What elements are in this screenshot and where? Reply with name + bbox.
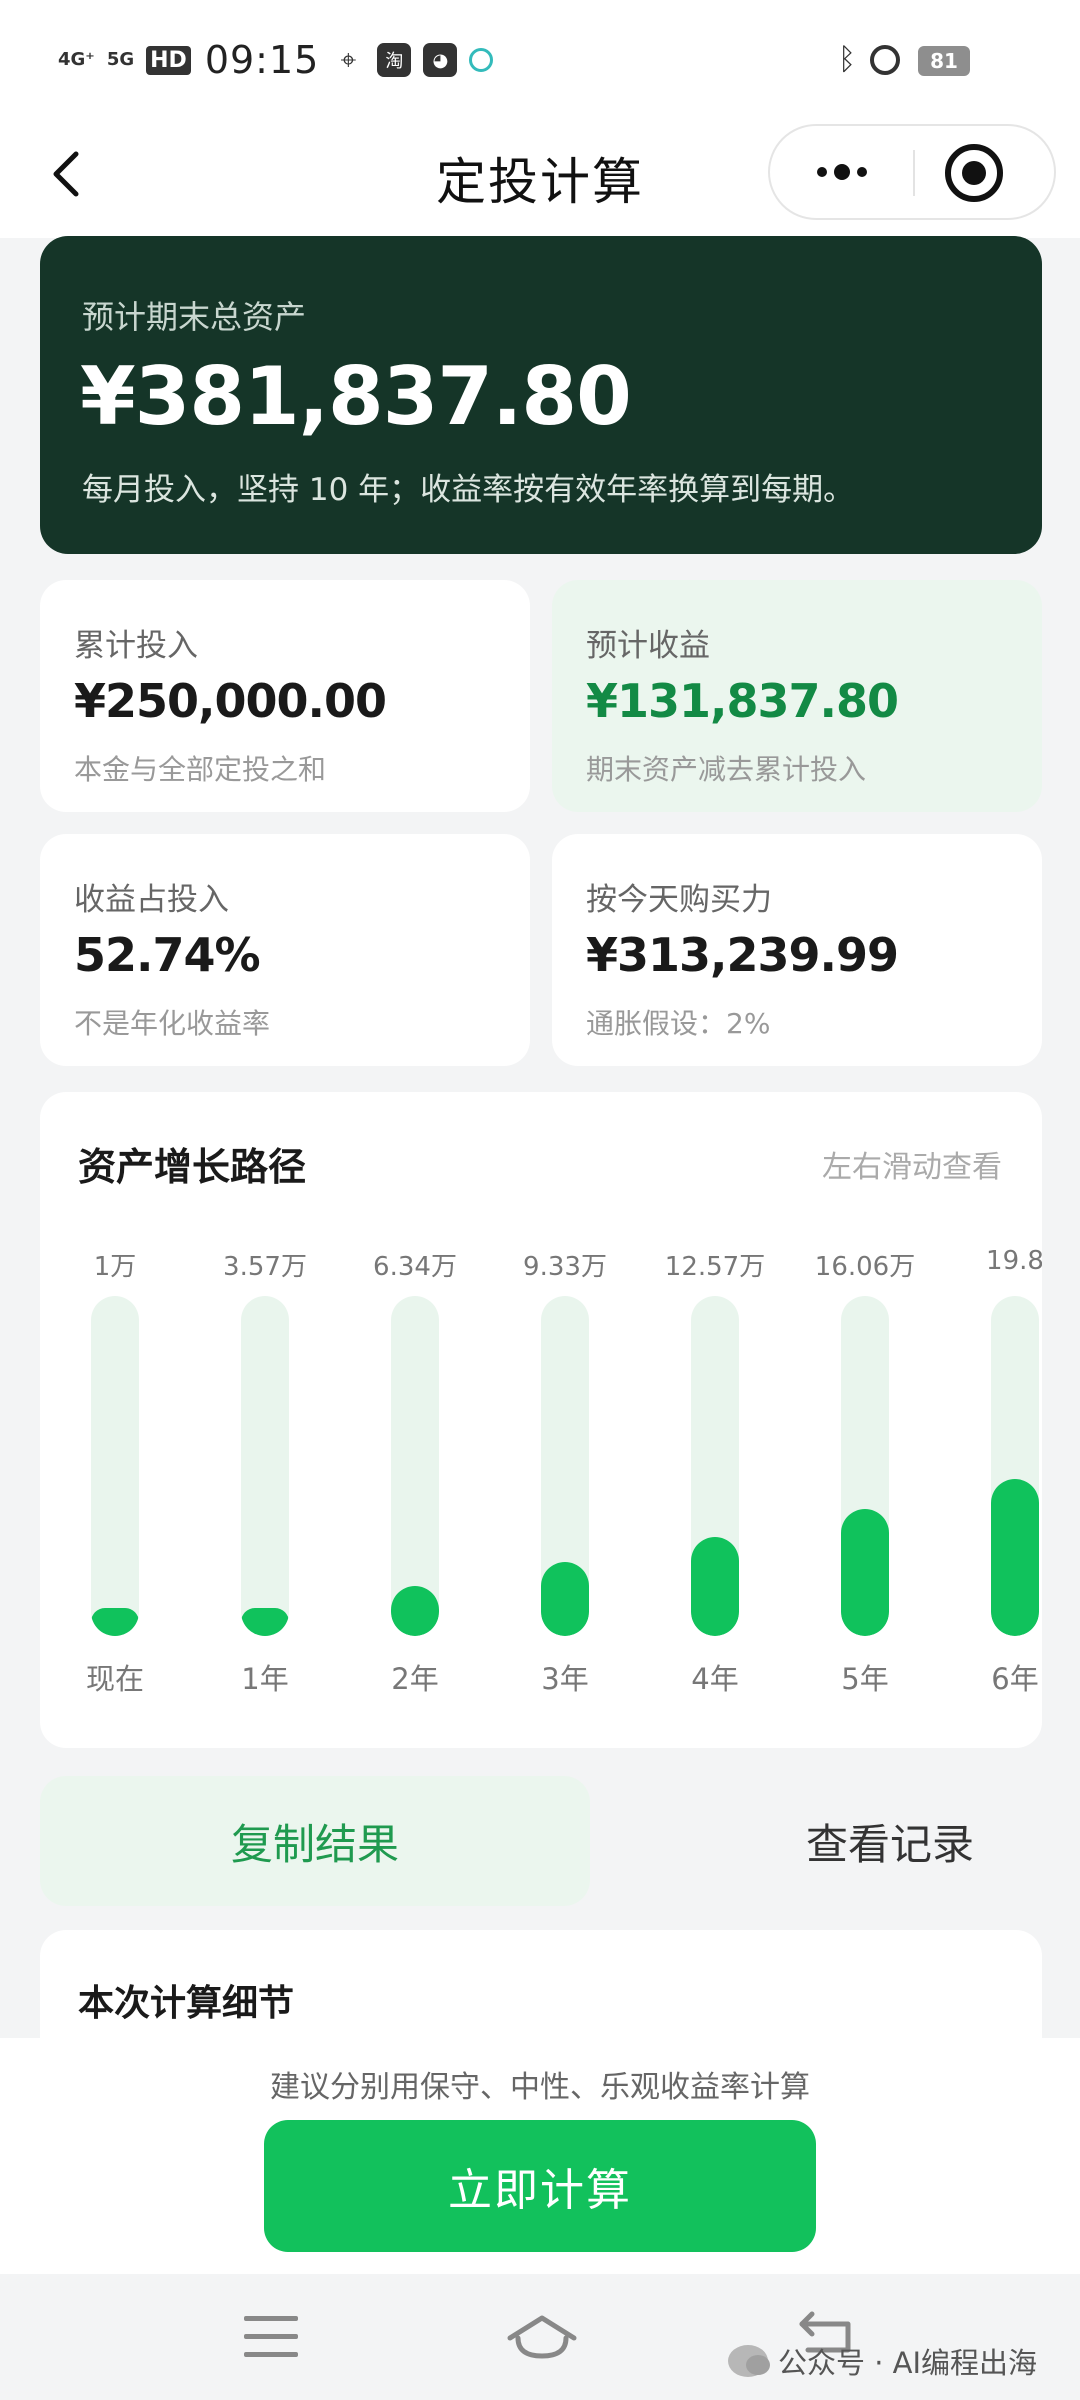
chart-scroll-hint: 左右滑动查看 — [822, 1150, 1002, 1185]
stat-label: 累计投入 — [74, 628, 198, 664]
mini-program-capsule — [768, 124, 1056, 220]
stat-value: ¥313,239.99 — [586, 928, 899, 982]
more-dot-icon — [816, 167, 827, 177]
copy-result-button[interactable]: 复制结果 — [40, 1776, 590, 1906]
bar-track — [991, 1296, 1039, 1636]
stat-value: ¥250,000.00 — [74, 674, 387, 728]
signal-4g-icon: 4G⁺ — [58, 49, 95, 70]
menu-icon[interactable] — [244, 2316, 298, 2358]
sync-icon — [469, 48, 494, 72]
taobao-icon: 淘 — [377, 43, 412, 77]
wechat-logo-icon — [728, 2345, 770, 2377]
bar — [241, 1608, 289, 1636]
bar-category-label: 4年 — [691, 1662, 739, 1696]
bar-column: 3.57万 1年 — [190, 1246, 340, 1716]
alarm-icon — [870, 44, 900, 75]
stat-card-invested: 累计投入 ¥250,000.00 本金与全部定投之和 — [40, 580, 530, 812]
bar-category-label: 2年 — [391, 1662, 439, 1696]
details-title: 本次计算细节 — [78, 1983, 295, 2024]
stat-card-purchasing-power: 按今天购买力 ¥313,239.99 通胀假设：2% — [552, 834, 1042, 1066]
calculate-button[interactable]: 立即计算 — [264, 2120, 816, 2252]
bar — [91, 1608, 139, 1636]
battery-icon: 81 — [918, 46, 970, 76]
bar-value-label: 19.8 — [986, 1246, 1042, 1276]
bar — [541, 1562, 589, 1636]
total-assets-card: 预计期末总资产 ¥381,837.80 每月投入，坚持 10 年；收益率按有效年… — [40, 236, 1042, 554]
chart-title: 资产增长路径 — [78, 1145, 307, 1189]
more-dot-icon — [856, 167, 867, 177]
wechat-icon: ◕ — [423, 43, 458, 77]
bar-value-label: 12.57万 — [664, 1252, 766, 1282]
bar — [691, 1537, 739, 1636]
battery-level: 81 — [918, 46, 970, 76]
stat-card-return-ratio: 收益占投入 52.74% 不是年化收益率 — [40, 834, 530, 1066]
watermark-text: 公众号 · AI编程出海 — [778, 2346, 1038, 2380]
stat-label: 收益占投入 — [74, 882, 229, 918]
stat-sub: 不是年化收益率 — [74, 1007, 271, 1040]
bar-column: 16.06万 5年 — [790, 1246, 940, 1716]
bar-column: 12.57万 4年 — [640, 1246, 790, 1716]
bar-category-label: 6年 — [991, 1662, 1039, 1696]
total-assets-label: 预计期末总资产 — [82, 298, 307, 336]
bottom-action-panel: 建议分别用保守、中性、乐观收益率计算 立即计算 — [0, 2038, 1080, 2274]
status-right: ᛒ — [838, 42, 900, 77]
bar-value-label: 1万 — [93, 1252, 137, 1282]
more-button[interactable] — [770, 126, 913, 218]
stat-value: ¥131,837.80 — [586, 674, 899, 728]
bar-track — [91, 1296, 139, 1636]
bar-value-label: 16.06万 — [814, 1252, 916, 1282]
nav-bar: 定投计算 — [0, 118, 1080, 238]
bar-track — [691, 1296, 739, 1636]
signal-5g-icon: 5G — [106, 49, 135, 70]
bar-value-label: 9.33万 — [523, 1252, 607, 1282]
stat-label: 按今天购买力 — [586, 882, 772, 918]
bar-column: 9.33万 3年 — [490, 1246, 640, 1716]
bar-value-label: 3.57万 — [223, 1252, 307, 1282]
bluetooth-icon: ᛒ — [838, 42, 856, 77]
total-assets-note: 每月投入，坚持 10 年；收益率按有效年率换算到每期。 — [82, 472, 855, 508]
watermark: 公众号 · AI编程出海 — [728, 2340, 1037, 2382]
bar — [841, 1509, 889, 1636]
stat-sub: 期末资产减去累计投入 — [586, 753, 867, 786]
stat-value: 52.74% — [74, 928, 261, 982]
bar-track — [541, 1296, 589, 1636]
bar-category-label: 现在 — [85, 1662, 144, 1696]
calc-hint: 建议分别用保守、中性、乐观收益率计算 — [270, 2070, 810, 2105]
total-assets-value: ¥381,837.80 — [80, 350, 632, 443]
location-icon: ⌖ — [340, 43, 357, 76]
stat-sub: 通胀假设：2% — [586, 1007, 771, 1040]
bar-column: 19.8 6年 — [940, 1246, 1042, 1716]
bar-track — [391, 1296, 439, 1636]
system-nav-bar: 公众号 · AI编程出海 — [0, 2274, 1080, 2400]
status-bar: 4G⁺ 5G HD 09:15 ⌖ 淘 ◕ ᛒ 81 — [0, 0, 1080, 118]
clock: 09:15 — [204, 38, 320, 82]
home-icon[interactable] — [504, 2312, 580, 2362]
bar-column: 1万现在 — [40, 1246, 190, 1716]
more-dot-icon — [833, 164, 850, 180]
stat-sub: 本金与全部定投之和 — [74, 753, 327, 786]
bar-category-label: 1年 — [241, 1662, 289, 1696]
status-left: 4G⁺ 5G HD 09:15 ⌖ 淘 ◕ — [58, 38, 494, 82]
bar-category-label: 5年 — [841, 1662, 889, 1696]
target-icon — [962, 161, 986, 185]
stat-label: 预计收益 — [586, 628, 710, 664]
bar — [991, 1479, 1039, 1636]
bar — [391, 1586, 439, 1636]
bar-track — [841, 1296, 889, 1636]
close-target-button[interactable] — [945, 144, 1003, 202]
bar-category-label: 3年 — [541, 1662, 589, 1696]
stat-card-profit: 预计收益 ¥131,837.80 期末资产减去累计投入 — [552, 580, 1042, 812]
bar-value-label: 6.34万 — [373, 1252, 457, 1282]
hd-icon: HD — [146, 45, 191, 75]
bar-column: 6.34万 2年 — [340, 1246, 490, 1716]
bar-track — [241, 1296, 289, 1636]
capsule-divider — [913, 150, 915, 196]
view-records-button[interactable]: 查看记录 — [700, 1776, 1080, 1906]
growth-chart-card[interactable]: 资产增长路径 左右滑动查看 1万现在 3.57万 1年 6.34万 2年 9.33万 3年 1… — [40, 1092, 1042, 1748]
